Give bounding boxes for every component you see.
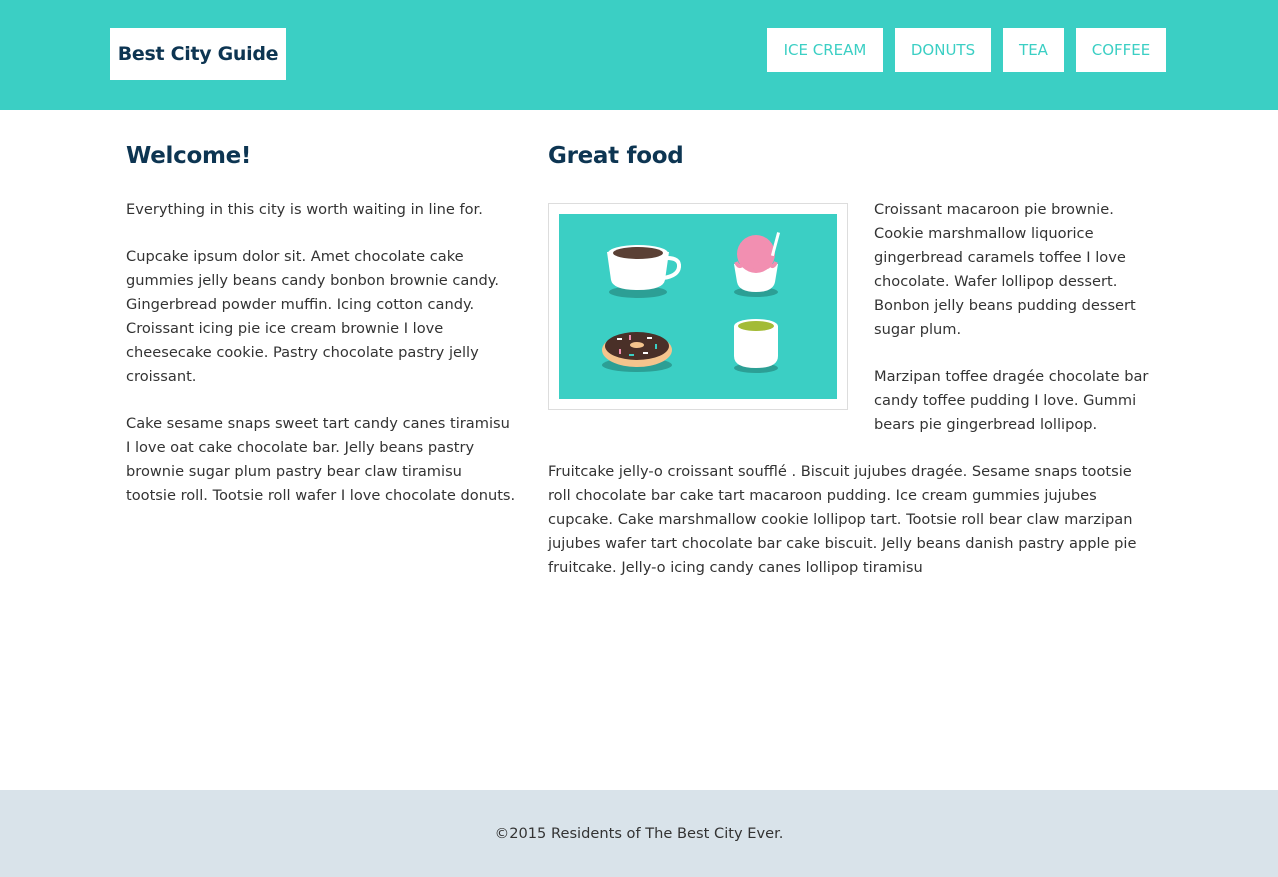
nav-donuts-button[interactable]: DONUTS (895, 28, 991, 72)
food-side-paragraph-1: Croissant macaroon pie brownie. Cookie m… (874, 201, 1136, 338)
nav-coffee-button[interactable]: COFFEE (1076, 28, 1166, 72)
welcome-intro: Everything in this city is worth waiting… (126, 201, 483, 218)
site-logo[interactable]: Best City Guide (110, 28, 286, 80)
site-header: Best City Guide ICE CREAM DONUTS TEA COF… (0, 0, 1278, 110)
great-food-heading: Great food (548, 143, 684, 169)
tea-cup-icon (734, 319, 778, 373)
food-side-paragraph-2: Marzipan toffee dragée chocolate bar can… (874, 368, 1149, 433)
welcome-paragraph-1: Cupcake ipsum dolor sit. Amet chocolate … (126, 248, 499, 385)
donut-icon (602, 332, 672, 372)
welcome-heading: Welcome! (126, 143, 252, 169)
food-illustration (548, 203, 848, 410)
welcome-paragraph-2: Cake sesame snaps sweet tart candy canes… (126, 415, 516, 504)
nav-tea-button[interactable]: TEA (1003, 28, 1064, 72)
footer-copyright: ©2015 Residents of The Best City Ever. (494, 825, 784, 842)
site-footer: ©2015 Residents of The Best City Ever. (0, 790, 1278, 877)
food-full-paragraph: Fruitcake jelly-o croissant soufflé . Bi… (548, 463, 1137, 576)
nav-ice-cream-button[interactable]: ICE CREAM (767, 28, 883, 72)
